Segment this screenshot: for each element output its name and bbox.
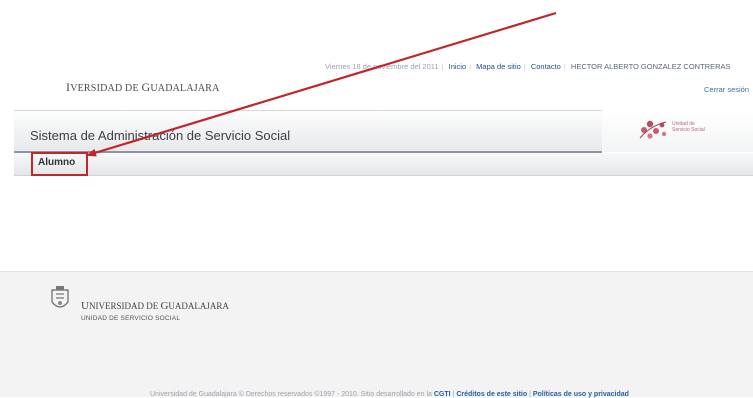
annotation-arrow	[86, 11, 557, 157]
